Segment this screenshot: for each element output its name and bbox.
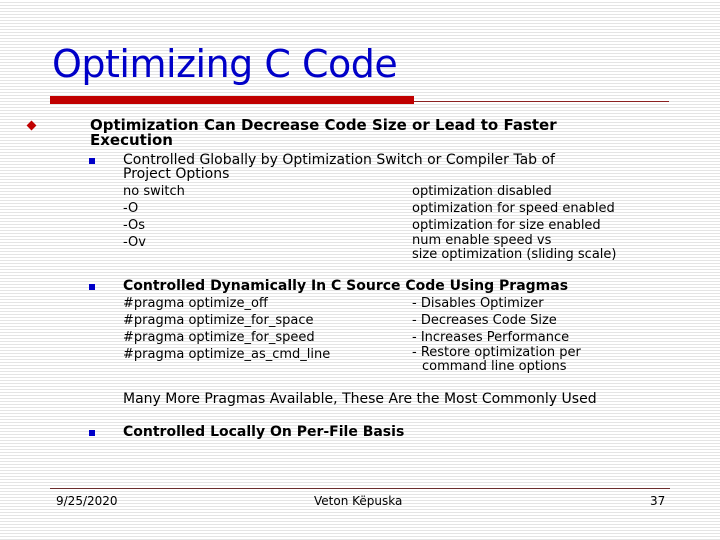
pragma-name: #pragma optimize_off [123, 296, 268, 311]
switch-desc: optimization for speed enabled [412, 201, 615, 216]
footer-page-number: 37 [650, 494, 666, 508]
switch-desc: num enable speed vs size optimization (s… [412, 234, 616, 262]
switch-desc: optimization for size enabled [412, 218, 601, 233]
pragma-note: Many More Pragmas Available, These Are t… [123, 391, 597, 407]
pragma-name: #pragma optimize_for_speed [123, 330, 315, 345]
sub-bullet-1-line1: Controlled Globally by Optimization Swit… [123, 152, 555, 168]
bullet-1-line2: Execution [90, 131, 173, 149]
footer-date: 9/25/2020 [56, 494, 118, 508]
slide-title: Optimizing C Code [52, 42, 398, 86]
bullet-1-text: Optimization Can Decrease Code Size or L… [90, 118, 557, 148]
title-divider-line [414, 101, 669, 102]
square-bullet-icon [89, 430, 95, 436]
switch-name: no switch [123, 184, 185, 199]
pragma-desc-line1: - Restore optimization per [412, 345, 581, 360]
switch-name: -Ov [123, 235, 146, 250]
switch-desc: optimization disabled [412, 184, 552, 199]
pragma-name: #pragma optimize_as_cmd_line [123, 347, 331, 362]
diamond-bullet-icon [26, 120, 37, 131]
square-bullet-icon [89, 158, 95, 164]
switch-desc-line2: size optimization (sliding scale) [412, 247, 617, 262]
sub-bullet-2-text: Controlled Dynamically In C Source Code … [123, 278, 569, 294]
sub-bullet-1-line2: Project Options [123, 166, 230, 182]
sub-bullet-1-text: Controlled Globally by Optimization Swit… [123, 153, 555, 181]
pragma-name: #pragma optimize_for_space [123, 313, 314, 328]
sub-bullet-3-text: Controlled Locally On Per-File Basis [123, 424, 405, 440]
footer-divider-line [50, 488, 670, 489]
square-bullet-icon [89, 284, 95, 290]
pragma-desc: - Decreases Code Size [412, 313, 557, 328]
pragma-desc: - Restore optimization per command line … [412, 346, 581, 374]
footer-author: Veton Këpuska [314, 494, 403, 508]
switch-desc-line1: num enable speed vs [412, 233, 552, 248]
switch-name: -O [123, 201, 139, 216]
title-accent-bar [50, 96, 414, 104]
pragma-desc: - Increases Performance [412, 330, 570, 345]
pragma-desc: - Disables Optimizer [412, 296, 544, 311]
pragma-table: #pragma optimize_off - Disables Optimize… [123, 295, 663, 380]
switch-table: no switch optimization disabled -O optim… [123, 183, 663, 268]
pragma-desc-line2: command line options [422, 359, 567, 374]
switch-name: -Os [123, 218, 146, 233]
